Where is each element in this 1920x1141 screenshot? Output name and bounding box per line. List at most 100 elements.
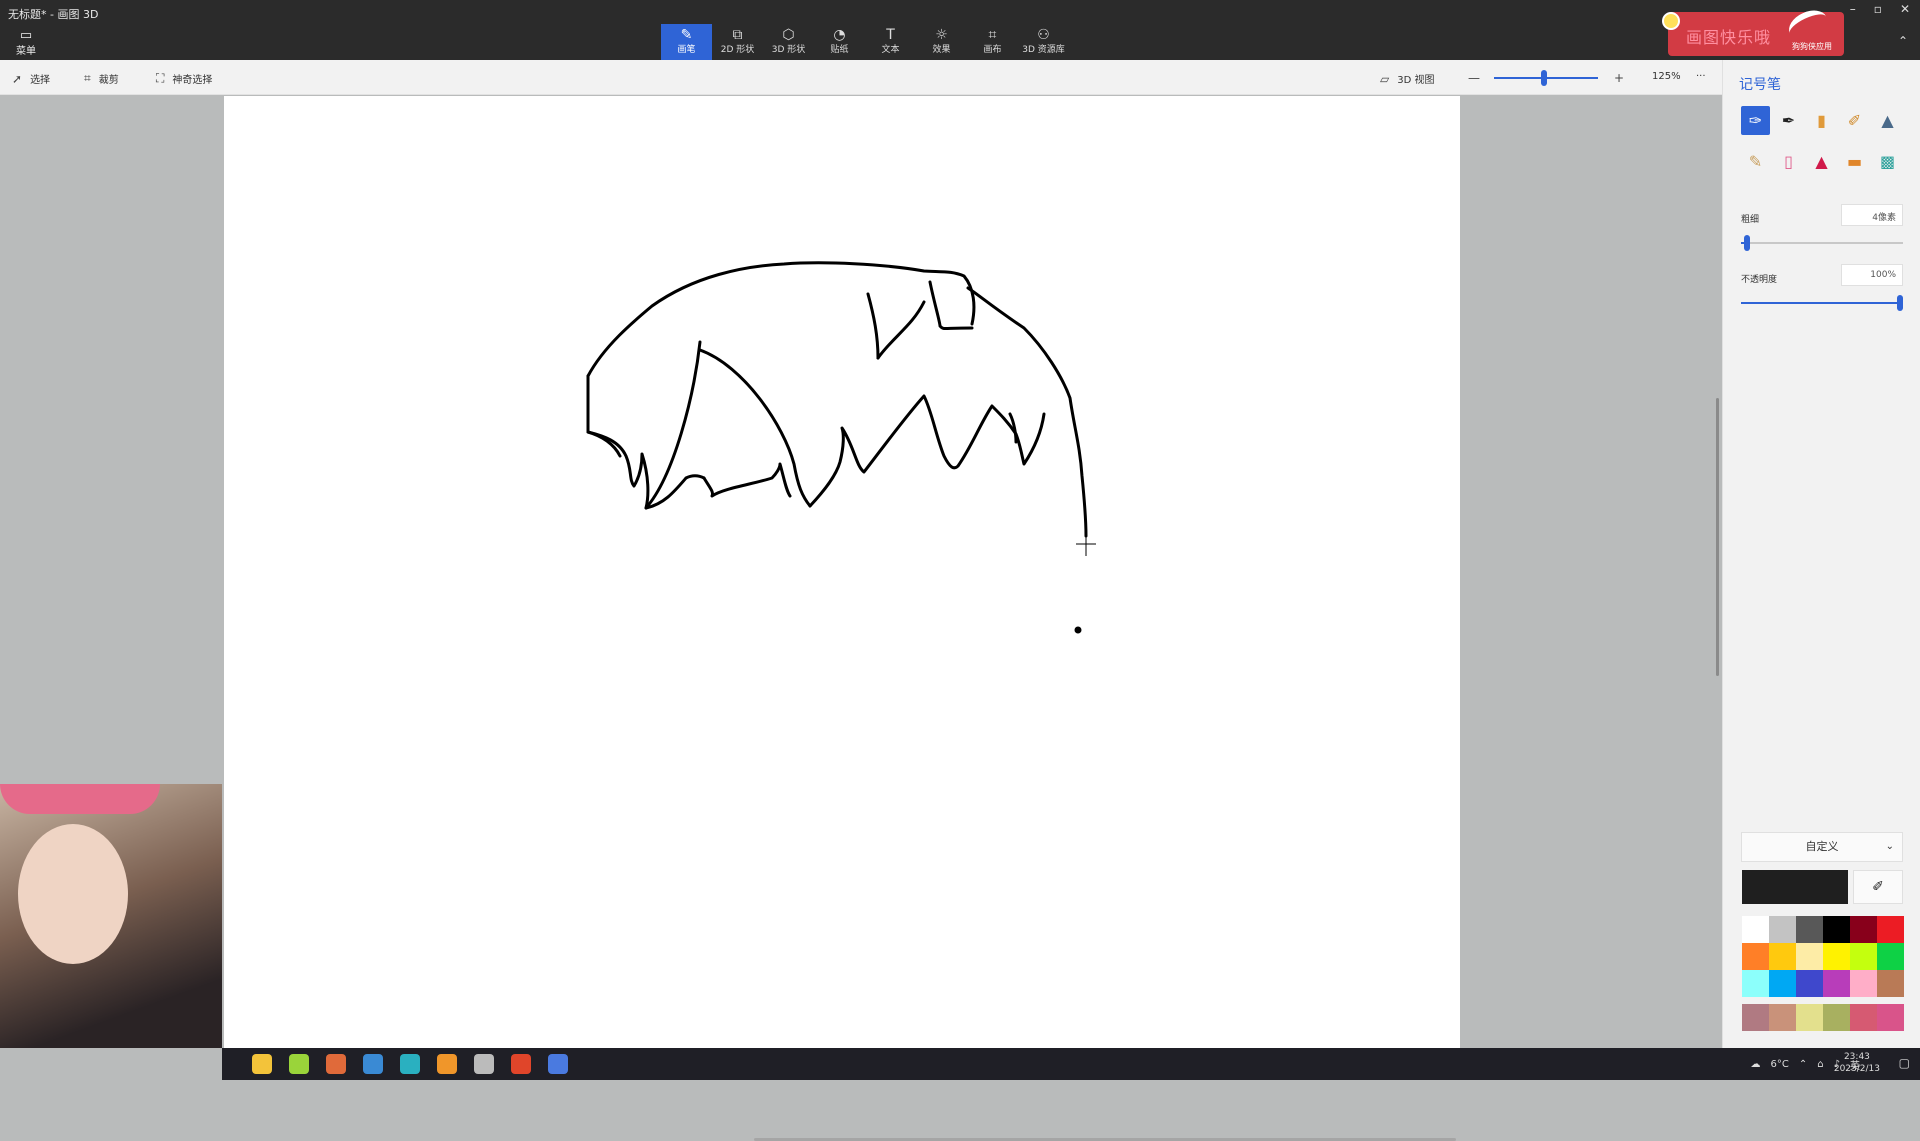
opacity-label: 不透明度: [1741, 275, 1778, 285]
custom-color-swatch[interactable]: [1850, 1004, 1877, 1031]
close-icon[interactable]: ✕: [1900, 2, 1910, 16]
overlay-badge: 画图快乐哦 狗狗侠应用: [1662, 4, 1844, 56]
3d-view-button[interactable]: ▱ 3D 视图: [1380, 71, 1434, 87]
chevron-up-icon[interactable]: ⌃: [1799, 1059, 1807, 1070]
tab-effects[interactable]: ☼ 效果: [916, 24, 967, 60]
3d-library-icon: ⚇: [1037, 27, 1050, 43]
color-palette: [1742, 916, 1904, 997]
magic-select-label: 神奇选择: [172, 75, 213, 86]
chevron-up-icon[interactable]: ⌃: [1898, 34, 1908, 48]
tab-2d-shapes[interactable]: ⧉ 2D 形状: [712, 24, 763, 60]
color-swatch[interactable]: [1769, 970, 1796, 997]
color-swatch[interactable]: [1850, 916, 1877, 943]
drawing-canvas[interactable]: [224, 96, 1460, 1141]
color-swatch[interactable]: [1823, 916, 1850, 943]
eraser-icon[interactable]: ▯: [1774, 147, 1803, 176]
weather-icon[interactable]: ☁: [1751, 1059, 1761, 1070]
eyedropper-icon[interactable]: ✐: [1853, 870, 1903, 904]
opacity-fill: [1741, 302, 1903, 304]
color-swatch[interactable]: [1877, 970, 1904, 997]
flower-icon: [1662, 12, 1680, 30]
tab-text[interactable]: T 文本: [865, 24, 916, 60]
webcam-face: [18, 824, 128, 964]
notification-icon[interactable]: ▢: [1899, 1056, 1910, 1070]
taskbar-app-icon[interactable]: [363, 1054, 383, 1074]
magic-select-button[interactable]: ⛶ 神奇选择: [156, 71, 212, 86]
custom-color-swatch[interactable]: [1877, 1004, 1904, 1031]
color-swatch[interactable]: [1877, 943, 1904, 970]
taskbar-app-icon[interactable]: [400, 1054, 420, 1074]
spray-can-icon[interactable]: ▬: [1840, 147, 1869, 176]
zoom-level[interactable]: 125%: [1652, 71, 1681, 82]
more-options-button[interactable]: ···: [1696, 71, 1706, 82]
vertical-scrollbar[interactable]: [1716, 398, 1719, 676]
taskbar-app-icon[interactable]: [289, 1054, 309, 1074]
color-swatch[interactable]: [1823, 970, 1850, 997]
fill-icon[interactable]: ▩: [1873, 147, 1902, 176]
magic-select-icon: ⛶: [156, 71, 165, 85]
taskbar-app-icon[interactable]: [252, 1054, 272, 1074]
tab-3d-library[interactable]: ⚇ 3D 资源库: [1018, 24, 1069, 60]
zoom-in-button[interactable]: +: [1614, 71, 1624, 85]
tab-label: 画布: [983, 45, 1002, 55]
clock[interactable]: 23:43 2023/2/13: [1834, 1051, 1880, 1075]
color-swatch[interactable]: [1796, 943, 1823, 970]
menu-button[interactable]: ▭ 菜单: [12, 29, 40, 57]
thickness-thumb[interactable]: [1744, 235, 1751, 251]
taskbar-app-icon[interactable]: [437, 1054, 457, 1074]
custom-color-swatch[interactable]: [1742, 1004, 1769, 1031]
color-swatch[interactable]: [1823, 943, 1850, 970]
tab-label: 2D 形状: [720, 45, 755, 55]
color-swatch[interactable]: [1769, 943, 1796, 970]
clock-time: 23:43: [1843, 1052, 1870, 1062]
3d-view-icon: ▱: [1380, 71, 1390, 86]
pixel-pen-icon[interactable]: ▲: [1873, 106, 1902, 135]
maximize-icon[interactable]: ▫: [1874, 2, 1882, 16]
custom-color-swatch[interactable]: [1796, 1004, 1823, 1031]
color-swatch[interactable]: [1769, 916, 1796, 943]
current-color-swatch[interactable]: [1742, 870, 1848, 904]
thickness-slider[interactable]: [1741, 235, 1903, 251]
taskbar-app-icon[interactable]: [474, 1054, 494, 1074]
color-swatch[interactable]: [1877, 916, 1904, 943]
cursor-icon: ➚: [12, 71, 23, 86]
zoom-out-button[interactable]: —: [1468, 71, 1480, 85]
tab-3d-shapes[interactable]: ⬡ 3D 形状: [763, 24, 814, 60]
custom-color-swatch[interactable]: [1823, 1004, 1850, 1031]
taskbar-app-icon[interactable]: [326, 1054, 346, 1074]
crop-button[interactable]: ⌗ 裁剪: [84, 71, 119, 86]
color-swatch[interactable]: [1742, 916, 1769, 943]
brush-panel: 记号笔 ✑ ✒ ▮ ✐ ▲ ✎ ▯ ▲ ▬ ▩ 粗细 4像素 不透明度 100%…: [1722, 60, 1920, 1048]
opacity-slider[interactable]: [1741, 295, 1903, 311]
tab-brushes[interactable]: ✎ 画笔: [661, 24, 712, 60]
tab-canvas[interactable]: ⌗ 画布: [967, 24, 1018, 60]
opacity-thumb[interactable]: [1897, 295, 1903, 311]
color-swatch[interactable]: [1850, 943, 1877, 970]
network-icon[interactable]: ⌂: [1817, 1059, 1823, 1070]
color-swatch[interactable]: [1850, 970, 1877, 997]
opacity-input[interactable]: 100%: [1841, 264, 1903, 286]
taskbar-app-icon[interactable]: [548, 1054, 568, 1074]
zoom-slider-thumb[interactable]: [1540, 70, 1547, 86]
weather-temp[interactable]: 6°C: [1771, 1059, 1789, 1070]
custom-color-swatch[interactable]: [1769, 1004, 1796, 1031]
secondary-toolbar: ➚ 选择 ⌗ 裁剪 ⛶ 神奇选择 ▱ 3D 视图 — + 125% ···: [0, 60, 1722, 95]
minimize-icon[interactable]: –: [1850, 2, 1856, 16]
color-swatch[interactable]: [1796, 970, 1823, 997]
marker-icon[interactable]: ✑: [1741, 106, 1770, 135]
tool-tabs: ✎ 画笔 ⧉ 2D 形状 ⬡ 3D 形状 ◔ 贴纸 T 文本 ☼ 效果 ⌗ 画布 ⚇ 3D 资源…: [661, 24, 1069, 60]
pencil-icon[interactable]: ✎: [1741, 147, 1770, 176]
taskbar-app-icon[interactable]: [511, 1054, 531, 1074]
3d-shapes-icon: ⬡: [782, 27, 795, 43]
color-swatch[interactable]: [1742, 943, 1769, 970]
oil-brush-icon[interactable]: ▮: [1807, 106, 1836, 135]
tab-stickers[interactable]: ◔ 贴纸: [814, 24, 865, 60]
watercolor-icon[interactable]: ✐: [1840, 106, 1869, 135]
select-button[interactable]: ➚ 选择: [12, 71, 50, 87]
color-swatch[interactable]: [1796, 916, 1823, 943]
thickness-input[interactable]: 4像素: [1841, 204, 1903, 226]
calligraphy-pen-icon[interactable]: ✒: [1774, 106, 1803, 135]
crayon-icon[interactable]: ▲: [1807, 147, 1836, 176]
color-mode-dropdown[interactable]: 自定义 ⌄: [1741, 832, 1903, 862]
color-swatch[interactable]: [1742, 970, 1769, 997]
